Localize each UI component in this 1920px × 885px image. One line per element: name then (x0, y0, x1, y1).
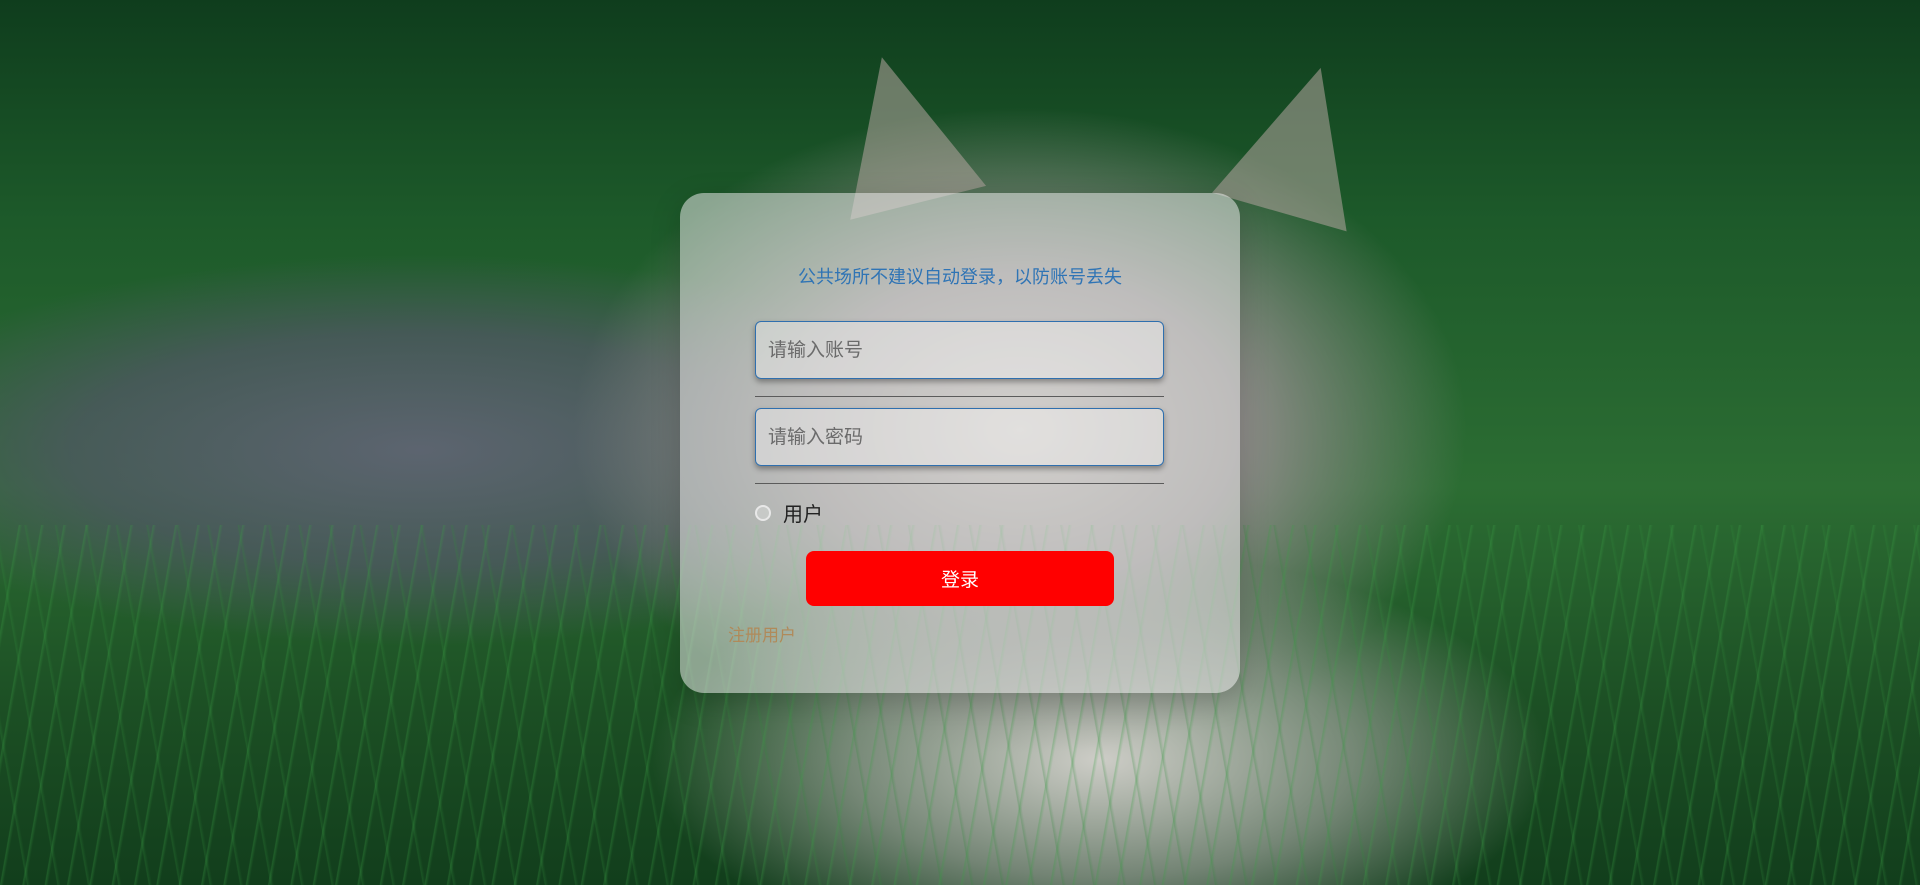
user-role-label: 用户 (783, 502, 823, 526)
account-input[interactable] (755, 321, 1164, 379)
login-button[interactable]: 登录 (806, 551, 1114, 606)
password-input[interactable] (755, 408, 1164, 466)
user-role-option[interactable]: 用户 (755, 498, 823, 527)
user-role-radio[interactable] (755, 504, 771, 521)
login-card: 公共场所不建议自动登录，以防账号丢失 用户 登录 注册用户 (680, 193, 1240, 693)
auto-login-notice: 公共场所不建议自动登录，以防账号丢失 (798, 267, 1122, 288)
password-divider (755, 483, 1164, 484)
account-divider (755, 396, 1164, 397)
register-link[interactable]: 注册用户 (728, 621, 796, 646)
